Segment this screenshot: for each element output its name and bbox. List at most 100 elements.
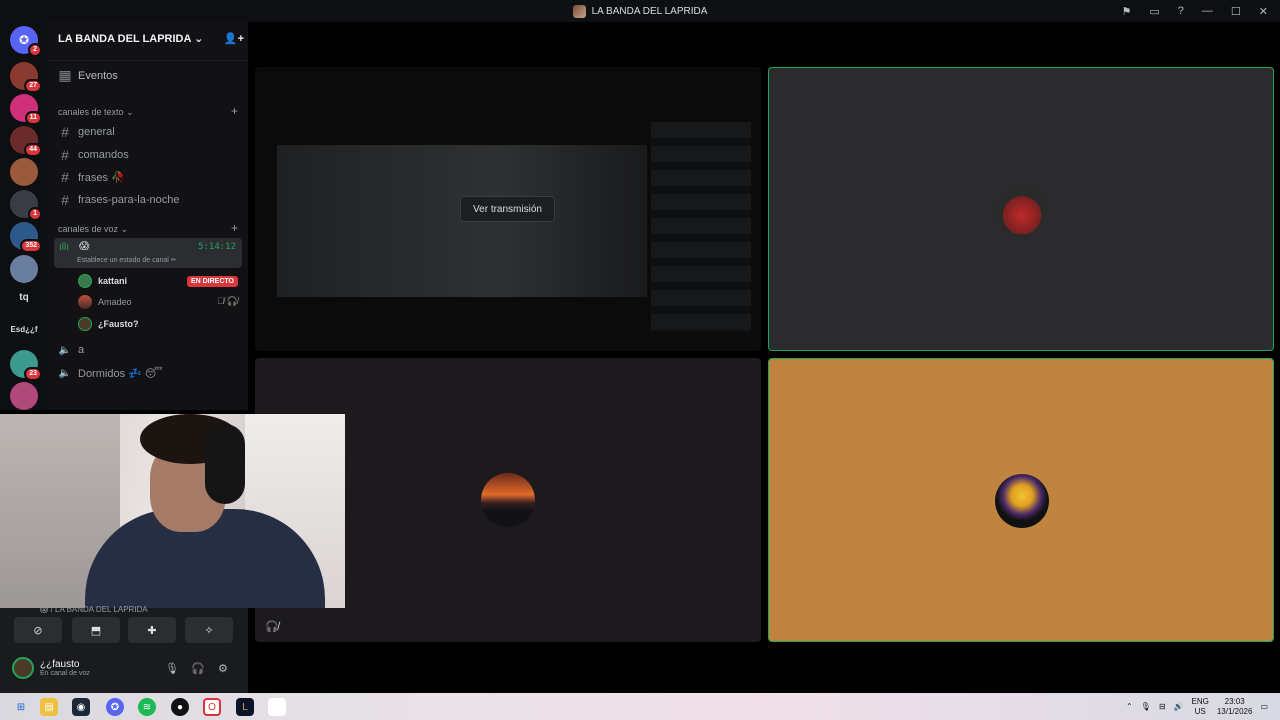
voice-channel-name: 😱 — [79, 241, 90, 252]
league-icon[interactable]: L — [236, 698, 254, 716]
username: ¿¿fausto — [40, 659, 80, 670]
voice-channel-label: Dormidos 💤 😴 — [78, 368, 163, 380]
text-channel[interactable]: # frases-para-la-noche — [58, 191, 180, 208]
server-header[interactable]: LA BANDA DEL LAPRIDA ⌄ 👤+ — [58, 30, 244, 46]
microphone-icon[interactable]: 🎙 — [165, 662, 179, 675]
language-indicator[interactable]: ENG US — [1192, 697, 1209, 717]
add-text-channel-icon[interactable]: + — [231, 104, 238, 118]
webcam-overlay — [0, 414, 345, 608]
headphones-icon[interactable]: 🎧 — [191, 662, 205, 675]
text-channel[interactable]: # general — [58, 124, 115, 140]
clock-date: 13/1/2026 — [1216, 706, 1253, 716]
flag-icon[interactable]: ⚑ — [1122, 5, 1132, 18]
divider — [48, 60, 248, 61]
watch-stream-button[interactable]: Ver transmisión — [460, 196, 555, 222]
server-icon[interactable] — [10, 158, 38, 186]
inbox-icon[interactable]: ▭ — [1149, 5, 1159, 18]
file-explorer-icon[interactable]: ▤ — [40, 698, 58, 716]
speaker-icon: 🔈 — [58, 344, 72, 356]
language-label: ENG — [1191, 696, 1209, 706]
server-icon[interactable] — [10, 382, 38, 410]
text-channel-label: general — [78, 126, 115, 138]
volume-icon[interactable]: 🔊 — [1174, 702, 1184, 711]
participant-tile-fausto[interactable] — [768, 358, 1274, 642]
soundboard-button[interactable]: ✧ — [185, 617, 233, 643]
server-esd[interactable]: Esd¿¿f — [6, 325, 42, 334]
avatar — [12, 657, 34, 679]
text-channel-label: frases-para-la-noche — [78, 193, 180, 206]
notification-icon[interactable]: ▭ — [1260, 702, 1268, 711]
server-icon[interactable]: 27 — [10, 62, 42, 93]
home-button[interactable]: ✪ 2 — [10, 26, 42, 57]
voice-channel-a[interactable]: 🔈 a — [58, 344, 84, 356]
cam-headset — [205, 424, 245, 504]
deafened-icon: 🎧̸ — [265, 621, 279, 633]
text-channel[interactable]: # comandos — [58, 147, 129, 163]
discord-logo-icon: ✪ — [18, 33, 30, 47]
chevron-up-icon[interactable]: ⌃ — [1126, 702, 1133, 711]
screen-share-button[interactable]: ⬒ — [72, 617, 120, 643]
events-label: Eventos — [78, 69, 118, 82]
user-info[interactable]: ¿¿fausto En canal de voz — [12, 657, 90, 679]
server-icon[interactable]: 352 — [10, 222, 42, 253]
steam-icon[interactable]: ◉ — [72, 698, 90, 716]
camera-off-button[interactable]: ⊘ — [14, 617, 62, 643]
server-icon[interactable]: 1 — [10, 190, 42, 221]
server-tq[interactable]: tq — [6, 292, 42, 303]
spotify-icon[interactable]: ≋ — [138, 698, 156, 716]
opera-icon[interactable]: O — [203, 698, 221, 716]
system-tray: ⌃ 🎙 ⊟ 🔊 ENG US 23:03 13/1/2026 ▭ — [1126, 693, 1268, 720]
text-category-label: canales de texto — [58, 107, 124, 117]
set-channel-status[interactable]: Establece un estado de canal ✏ — [77, 256, 177, 264]
user-status: En canal de voz — [40, 670, 90, 677]
settings-gear-icon[interactable]: ⚙ — [218, 662, 228, 675]
region-label: US — [1194, 706, 1206, 716]
minimize-button[interactable]: — — [1202, 5, 1213, 17]
help-icon[interactable]: ? — [1178, 5, 1184, 17]
close-button[interactable]: ✕ — [1259, 5, 1268, 18]
server-thumbnail-icon — [572, 4, 586, 18]
hash-icon: # — [61, 124, 69, 140]
server-badge: 352 — [20, 239, 42, 253]
text-channel-label: frases 🥀 — [78, 171, 125, 184]
hash-icon: # — [61, 146, 69, 163]
voice-user-amadeo[interactable]: Amadeo — [78, 295, 132, 309]
clock-time: 23:03 — [1224, 696, 1245, 706]
add-member-icon[interactable]: 👤+ — [224, 32, 244, 45]
text-category[interactable]: canales de texto ⌄ — [58, 107, 134, 118]
network-icon[interactable]: ⊟ — [1159, 702, 1166, 711]
app-icon-2[interactable]: ✿ — [268, 698, 286, 716]
maximize-button[interactable]: ☐ — [1231, 5, 1241, 18]
voice-channel-dormidos[interactable]: 🔈 Dormidos 💤 😴 — [58, 367, 163, 380]
text-channel[interactable]: # frases 🥀 — [58, 169, 125, 185]
server-icon[interactable]: 23 — [10, 350, 42, 381]
participant-tile-kattani[interactable] — [768, 67, 1274, 351]
events-item[interactable]: ▦ Eventos — [58, 67, 118, 84]
server-badge: 11 — [24, 111, 42, 125]
voice-grid: Ver transmisión 🎧̸ — [248, 22, 1280, 693]
avatar — [78, 295, 92, 309]
avatar — [78, 274, 92, 288]
calendar-icon: ▦ — [58, 67, 72, 83]
participant-avatar — [995, 474, 1049, 528]
app-icon[interactable]: ● — [171, 698, 189, 716]
home-badge: 2 — [28, 43, 42, 57]
server-icon[interactable] — [10, 255, 38, 283]
server-badge: 23 — [24, 367, 42, 381]
microphone-tray-icon[interactable]: 🎙 — [1141, 702, 1151, 711]
start-icon[interactable]: ⊞ — [12, 698, 30, 716]
server-badge: 1 — [28, 207, 42, 221]
voice-user-kattani[interactable]: kattani — [78, 274, 127, 288]
activities-button[interactable]: ✚ — [128, 617, 176, 643]
server-icon[interactable]: 11 — [10, 94, 42, 125]
clock[interactable]: 23:03 13/1/2026 — [1217, 697, 1253, 717]
add-voice-channel-icon[interactable]: + — [231, 221, 238, 235]
voice-timer: 5:14:12 — [198, 242, 236, 252]
voice-user-fausto[interactable]: ¿Fausto? — [78, 317, 139, 331]
hash-icon: # — [61, 191, 69, 208]
voice-category[interactable]: canales de voz ⌄ — [58, 224, 128, 235]
server-icon[interactable]: 44 — [10, 126, 42, 157]
active-voice-channel[interactable]: ıllı 😱 5:14:12 Establece un estado de ca… — [54, 238, 242, 268]
discord-icon[interactable]: ✪ — [106, 698, 124, 716]
voice-user-name: ¿Fausto? — [98, 319, 139, 329]
